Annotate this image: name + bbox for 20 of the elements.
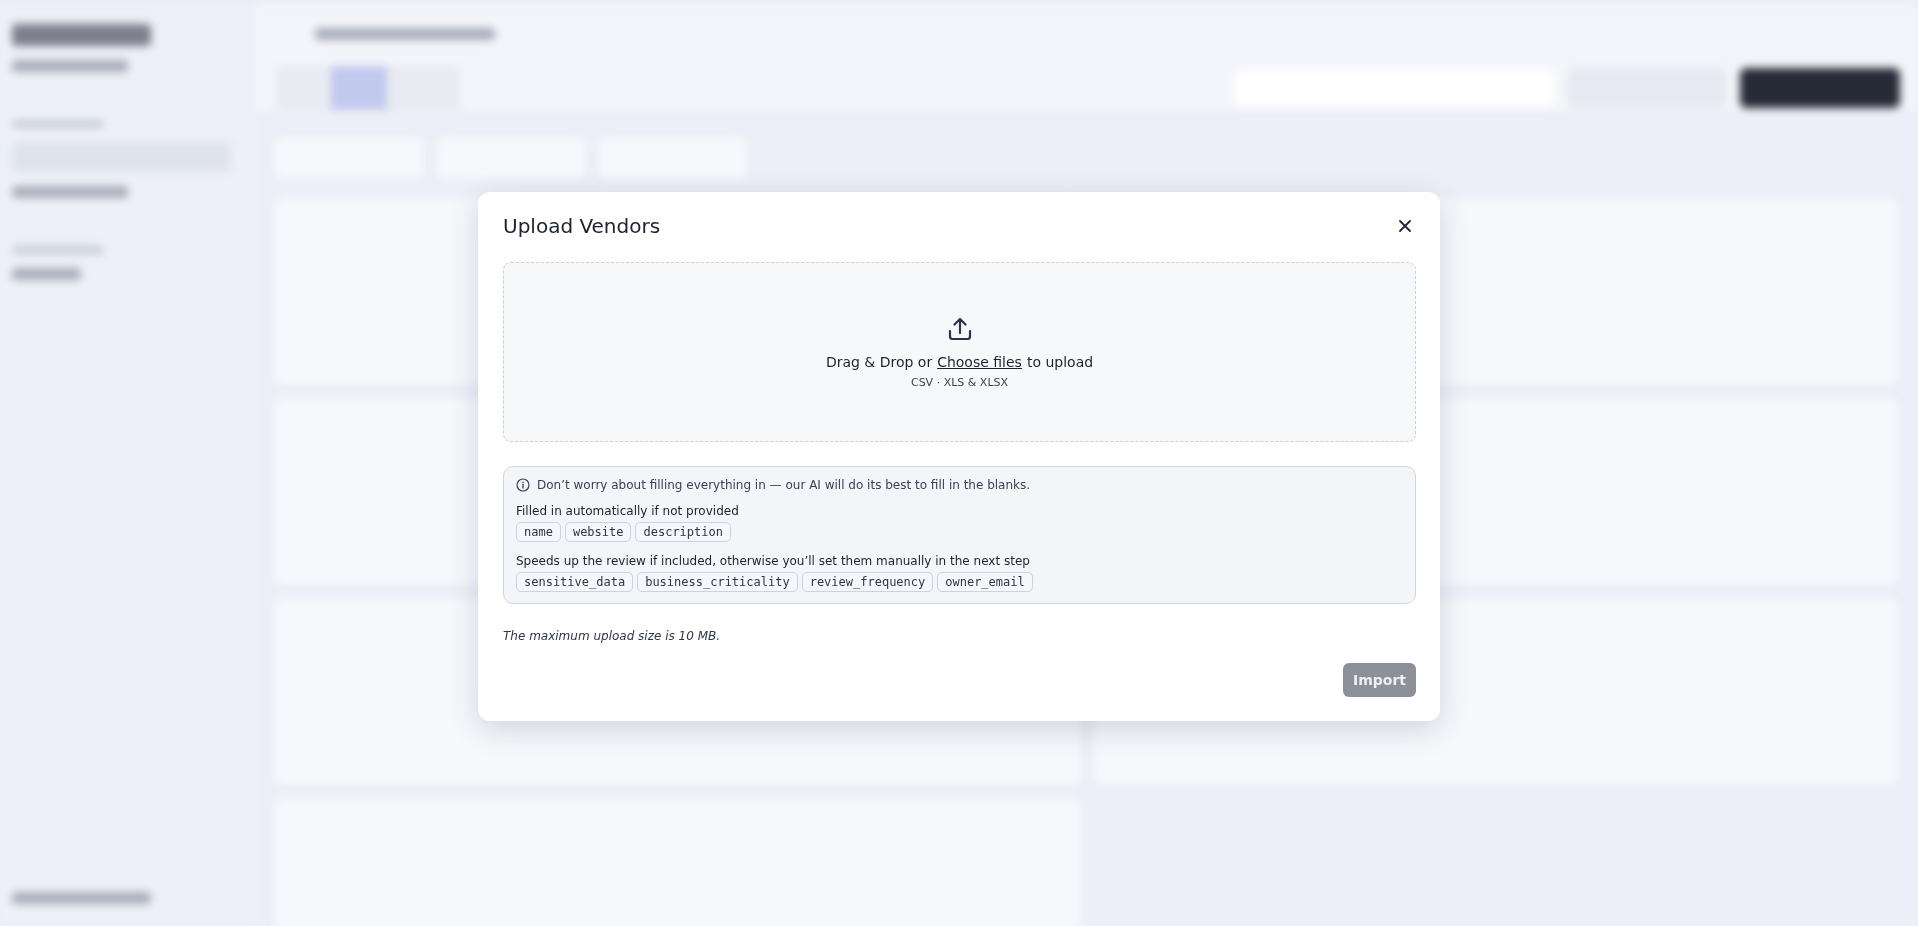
- upload-limit-text: The maximum upload size is 10 MB.: [503, 629, 722, 643]
- drop-zone[interactable]: Drag & Drop or Choose files to upload CSV · XLS & XLSX: [503, 262, 1416, 442]
- field-name-tag: name: [516, 522, 561, 542]
- field-group-heading: Filled in automatically if not provided: [516, 504, 740, 518]
- info-icon: [516, 478, 530, 492]
- upload-icon: [946, 315, 973, 342]
- choose-files-link[interactable]: Choose files: [937, 353, 1022, 370]
- instruction-text: to upload: [1026, 353, 1094, 370]
- field-name-tag: owner_email: [937, 572, 1033, 592]
- field-group-heading: Speeds up the review if included, otherwise you’ll set them manually in the next step: [516, 554, 1031, 568]
- file-formats-text: CSV · XLS & XLSX: [910, 375, 1009, 389]
- field-name-tag: website: [564, 522, 632, 542]
- field-name-tag: business_criticality: [637, 572, 798, 592]
- close-icon: [1398, 219, 1412, 233]
- field-name-tag: review_frequency: [801, 572, 934, 592]
- field-name-tag: sensitive_data: [516, 572, 634, 592]
- field-name-tag: description: [635, 522, 731, 542]
- dialog-title: Upload Vendors: [503, 214, 661, 238]
- info-text: Don’t worry about filling everything in — our AI will do its best to fill in the blanks.: [537, 478, 1031, 492]
- instruction-text: Drag & Drop or: [825, 353, 933, 370]
